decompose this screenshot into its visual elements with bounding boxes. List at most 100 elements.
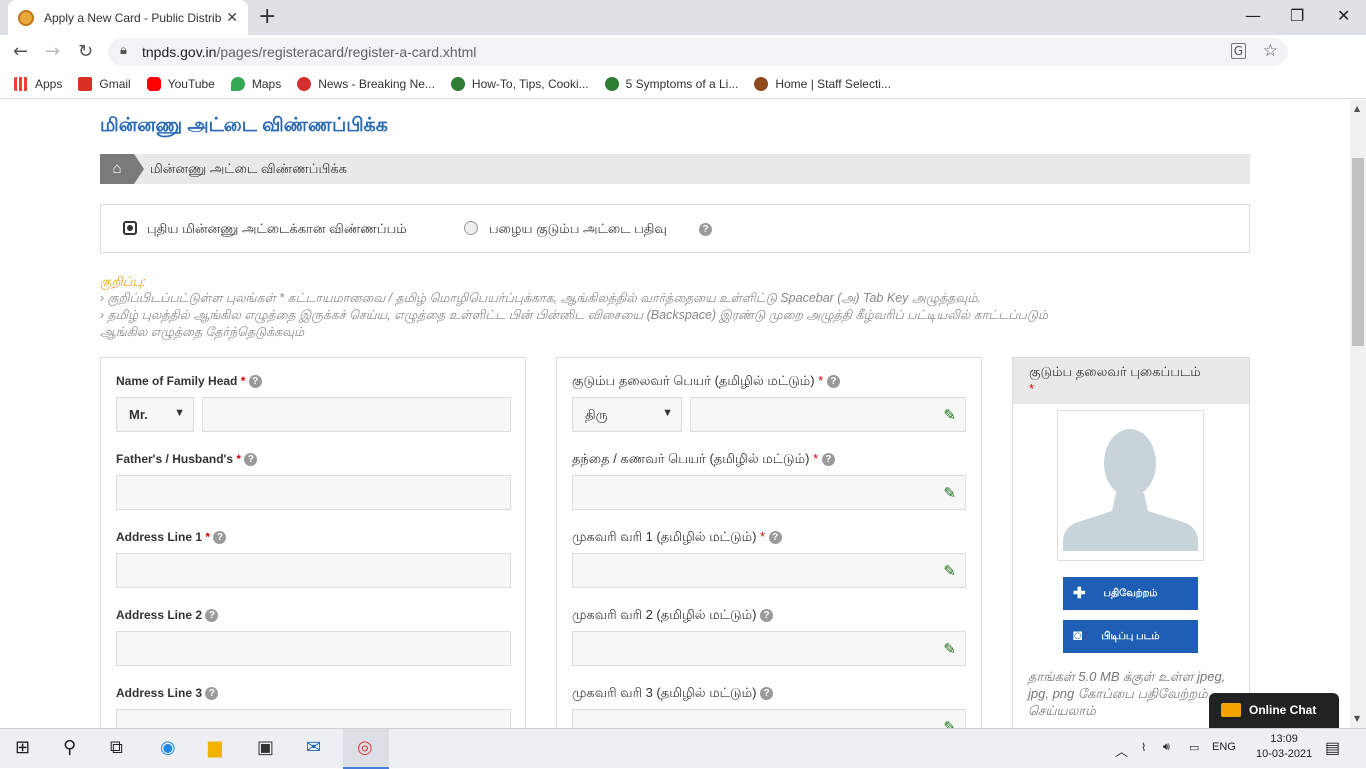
pencil-icon[interactable]: ✎ bbox=[943, 640, 956, 658]
chat-icon bbox=[1221, 703, 1241, 717]
address-bar[interactable]: 🔒︎ tnpds.gov.in/pages/registeracard/regi… bbox=[108, 38, 1288, 66]
online-chat-button[interactable]: Online Chat bbox=[1209, 693, 1339, 728]
help-icon[interactable]: ? bbox=[213, 531, 227, 545]
scroll-up-icon[interactable]: ▲ bbox=[1354, 104, 1360, 113]
ta-father-input[interactable]: ✎ bbox=[572, 475, 966, 510]
title-select[interactable]: Mr. ▼ bbox=[116, 397, 194, 432]
note-line-2: › தமிழ் புலத்தில் ஆங்கில எழுத்தை இருக்கச… bbox=[100, 308, 1049, 322]
bookmark-news[interactable]: News - Breaking Ne... bbox=[297, 76, 435, 91]
help-icon[interactable]: ? bbox=[821, 453, 835, 467]
apps-grid-icon bbox=[14, 76, 28, 91]
news-icon bbox=[297, 76, 312, 91]
pencil-icon[interactable]: ✎ bbox=[943, 484, 956, 502]
language-indicator[interactable]: ENG bbox=[1212, 741, 1236, 753]
help-icon[interactable]: ? bbox=[205, 609, 219, 623]
volume-icon[interactable]: 🔊︎ bbox=[1163, 741, 1170, 754]
help-icon[interactable]: ? bbox=[699, 223, 712, 236]
radio-old-card[interactable] bbox=[464, 221, 478, 235]
tray-chevron-icon[interactable]: ︿ bbox=[1115, 741, 1128, 760]
battery-icon[interactable]: ▭ bbox=[1189, 741, 1199, 754]
english-fields-panel: Name of Family Head * ? Mr. ▼ Father's / … bbox=[100, 357, 526, 728]
note-heading: குறிப்பு: bbox=[100, 274, 146, 289]
bookmark-howto[interactable]: How-To, Tips, Cooki... bbox=[450, 76, 589, 91]
notifications-icon[interactable]: ▤ bbox=[1325, 738, 1340, 758]
mail-icon[interactable]: ✉ bbox=[306, 737, 321, 758]
page-content: மின்னணு அட்டை விண்ணப்பிக்க ⌂ மின்னணு அட்… bbox=[0, 100, 1350, 728]
pencil-icon[interactable]: ✎ bbox=[943, 562, 956, 580]
father-input[interactable] bbox=[116, 475, 511, 510]
note-line-3: ஆங்கில எழுத்தை தேர்ந்தெடுக்கவும் bbox=[100, 325, 305, 339]
leaf-icon bbox=[604, 76, 619, 91]
leaf-icon bbox=[450, 76, 465, 91]
lock-icon[interactable]: 🔒︎ bbox=[120, 43, 127, 58]
address-line1-input[interactable] bbox=[116, 553, 511, 588]
note-line-1: › குறிப்பிடப்பட்டுள்ள புலங்கள் * கட்டாயம… bbox=[100, 291, 981, 305]
address-line2-input[interactable] bbox=[116, 631, 511, 666]
tab-title: Apply a New Card - Public Distrib bbox=[44, 10, 222, 25]
page-scrollbar[interactable]: ▲ ▼ bbox=[1350, 100, 1366, 728]
ta-address-line2-label: முகவரி வரி 2 (தமிழில் மட்டும்) ? bbox=[572, 607, 774, 624]
restore-icon[interactable]: ❐ bbox=[1290, 6, 1304, 25]
help-icon[interactable]: ? bbox=[760, 687, 774, 701]
pencil-icon[interactable]: ✎ bbox=[943, 406, 956, 424]
bookmark-apps[interactable]: Apps bbox=[14, 76, 62, 91]
upload-photo-button[interactable]: ✚ பதிவேற்றம் bbox=[1063, 577, 1198, 610]
search-icon[interactable]: ⚲ bbox=[63, 737, 76, 758]
close-window-icon[interactable]: ✕ bbox=[1337, 6, 1350, 25]
photo-placeholder bbox=[1057, 410, 1204, 561]
network-icon[interactable]: ⌇ bbox=[1141, 741, 1146, 754]
help-icon[interactable]: ? bbox=[248, 375, 262, 389]
ta-family-head-input[interactable]: ✎ bbox=[690, 397, 966, 432]
photo-heading: குடும்ப தலைவர் புகைப்படம் * bbox=[1013, 358, 1249, 404]
bookmark-maps[interactable]: Maps bbox=[230, 76, 281, 91]
help-icon[interactable]: ? bbox=[826, 375, 840, 389]
gmail-icon bbox=[78, 76, 93, 91]
scrollbar-thumb[interactable] bbox=[1352, 158, 1364, 346]
tab-strip: Apply a New Card - Public Distrib ✕ + — … bbox=[0, 0, 1366, 35]
bookmark-star-icon[interactable]: ☆ bbox=[1263, 41, 1278, 61]
ta-title-select[interactable]: திரு ▼ bbox=[572, 397, 682, 432]
page-title: மின்னணு அட்டை விண்ணப்பிக்க bbox=[100, 115, 388, 136]
close-tab-icon[interactable]: ✕ bbox=[226, 10, 238, 26]
chrome-icon: ◎ bbox=[357, 737, 373, 758]
youtube-icon bbox=[146, 76, 161, 91]
tamil-fields-panel: குடும்ப தலைவர் பெயர் (தமிழில் மட்டும்) *… bbox=[556, 357, 982, 728]
help-icon[interactable]: ? bbox=[244, 453, 258, 467]
scroll-down-icon[interactable]: ▼ bbox=[1354, 714, 1360, 723]
address-line3-input[interactable] bbox=[116, 709, 511, 728]
browser-tab[interactable]: Apply a New Card - Public Distrib ✕ bbox=[8, 0, 248, 35]
breadcrumb: ⌂ மின்னணு அட்டை விண்ணப்பிக்க bbox=[100, 154, 1250, 184]
ta-address-line1-label: முகவரி வரி 1 (தமிழில் மட்டும்) * ? bbox=[572, 529, 782, 546]
chrome-taskbar-button[interactable]: ◎ bbox=[343, 729, 389, 769]
minimize-icon[interactable]: — bbox=[1245, 6, 1261, 25]
windows-start-icon[interactable]: ⊞ bbox=[15, 737, 30, 758]
person-silhouette-icon bbox=[1063, 416, 1198, 554]
help-icon[interactable]: ? bbox=[768, 531, 782, 545]
help-icon[interactable]: ? bbox=[760, 609, 774, 623]
pencil-icon[interactable]: ✎ bbox=[943, 718, 956, 728]
bookmark-gmail[interactable]: Gmail bbox=[78, 76, 131, 91]
reload-icon[interactable]: ↻ bbox=[78, 41, 93, 62]
bookmark-symptoms[interactable]: 5 Symptoms of a Li... bbox=[604, 76, 738, 91]
new-tab-icon[interactable]: + bbox=[258, 4, 276, 29]
back-icon[interactable]: ← bbox=[13, 41, 28, 62]
father-label: Father's / Husband's * ? bbox=[116, 452, 258, 467]
bookmark-youtube[interactable]: YouTube bbox=[146, 76, 215, 91]
family-head-input[interactable] bbox=[202, 397, 511, 432]
translate-icon[interactable]: G bbox=[1230, 43, 1246, 59]
ta-address-line3-input[interactable]: ✎ bbox=[572, 709, 966, 728]
home-icon[interactable]: ⌂ bbox=[100, 154, 144, 184]
help-icon[interactable]: ? bbox=[205, 687, 219, 701]
store-icon[interactable]: ▣ bbox=[257, 737, 274, 758]
forward-icon[interactable]: → bbox=[45, 41, 60, 62]
radio-new-card[interactable] bbox=[123, 221, 137, 235]
task-view-icon[interactable]: ⧉ bbox=[110, 737, 123, 758]
clock[interactable]: 13:09 10-03-2021 bbox=[1256, 732, 1312, 762]
photo-size-note: தாங்கள் 5.0 MB க்குள் உள்ள jpeg, jpg, pn… bbox=[1028, 669, 1226, 718]
ta-address-line1-input[interactable]: ✎ bbox=[572, 553, 966, 588]
bookmark-ssc[interactable]: Home | Staff Selecti... bbox=[754, 76, 891, 91]
file-explorer-icon[interactable]: ▆ bbox=[208, 737, 222, 758]
capture-photo-button[interactable]: ◙ பிடிப்பு படம் bbox=[1063, 620, 1198, 653]
ta-address-line2-input[interactable]: ✎ bbox=[572, 631, 966, 666]
edge-icon[interactable]: ◉ bbox=[160, 737, 176, 758]
